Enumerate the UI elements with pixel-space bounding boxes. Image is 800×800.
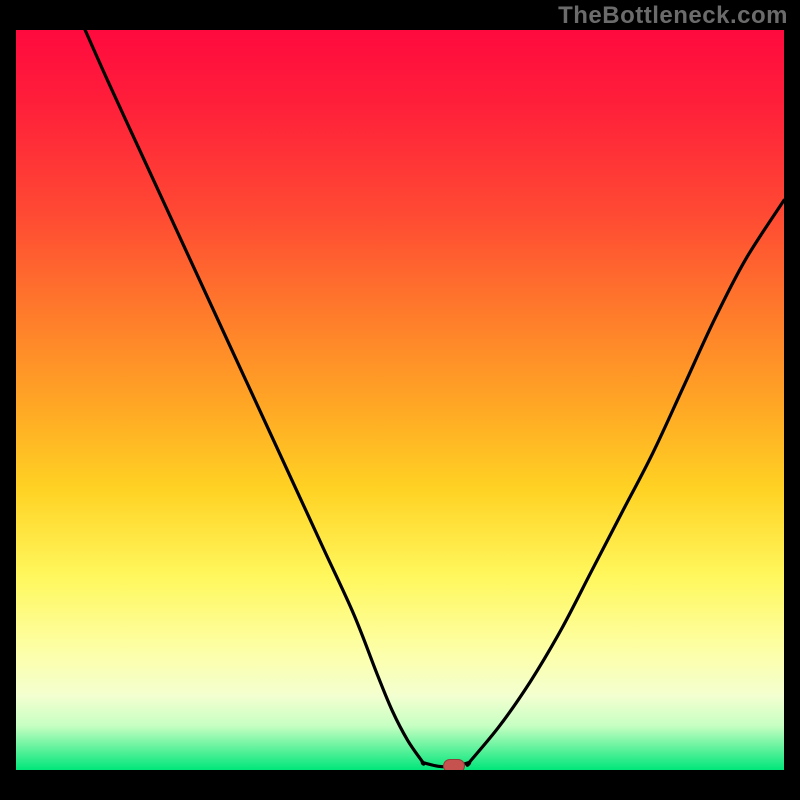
bottleneck-curve <box>16 30 784 770</box>
curve-path <box>85 30 784 767</box>
watermark-text: TheBottleneck.com <box>558 2 788 30</box>
bottom-border <box>16 770 784 784</box>
min-marker <box>443 759 465 770</box>
plot-area <box>16 30 784 770</box>
chart-frame: TheBottleneck.com <box>0 0 800 800</box>
